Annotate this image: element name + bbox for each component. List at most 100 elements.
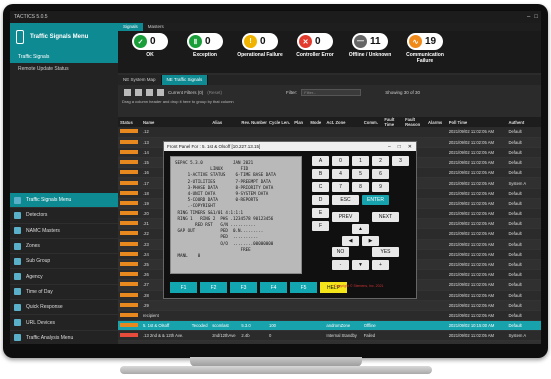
table-cell [118,167,141,179]
status-tile[interactable]: ∿ 19 Communication Failure [399,31,451,73]
table-cell [118,239,141,250]
status-tile[interactable]: —11 Offline / Unknown [344,31,396,73]
column-header[interactable]: Comm. [361,117,383,127]
keypad-key-C[interactable]: C [312,182,329,192]
keypad-key-NEXT[interactable]: NEXT [372,212,399,222]
sidebar-subitem-remote-update[interactable]: Remote Update Status [10,63,118,75]
table-cell: Default [506,218,541,230]
sidebar-nav-item[interactable]: URL Devices [10,315,118,331]
keypad-key-sym[interactable]: + [372,260,389,270]
column-header[interactable]: Fault Time [382,117,404,127]
status-tile[interactable]: ✕ 0 Controller Error [289,31,341,73]
minimize-icon[interactable]: – [527,14,530,20]
reset-link[interactable]: (Reset) [207,90,222,95]
keypad-key-ESC[interactable]: ESC [332,195,359,205]
keypad-key-3[interactable]: 3 [392,156,409,166]
sidebar-nav-item[interactable]: Traffic Analysis Menu [10,331,118,344]
function-key-f5[interactable]: F5 [290,282,317,293]
collapse-icon[interactable] [135,88,142,96]
function-key-f3[interactable]: F3 [230,282,257,293]
keypad-key-2[interactable]: 2 [372,156,389,166]
table-row[interactable]: 5. 1st & Olsoff Tecoded scomlast 5.3.0 100 an… [118,320,541,332]
table-row[interactable]: .12 2021/09/02 11:02:05 AM Default [118,127,541,138]
sidebar-nav-label: Traffic Analysis Menu [26,334,74,341]
keypad-key-8[interactable]: 8 [352,182,369,192]
columns-icon[interactable] [146,88,153,96]
table-row[interactable]: .13 2nd & & 12th Ave. 2nd/12thAve 2.4b 0 Int… [118,330,541,342]
column-header[interactable]: Status [118,117,141,127]
menu-icon [14,227,21,235]
column-header[interactable]: Authent [506,117,541,127]
expand-icon[interactable] [124,88,131,96]
table-cell [382,300,404,311]
tab-masters[interactable]: Masters [143,23,169,31]
tab-traffic-signals[interactable]: NE Traffic Signals [161,75,209,85]
keypad-key-sym[interactable]: - [332,260,349,270]
keypad-key-F[interactable]: F [312,221,329,231]
column-header[interactable]: Plan [292,117,309,127]
column-header[interactable]: Alarms [426,117,447,127]
keypad-key-NO[interactable]: NO [332,247,349,257]
keypad-key-4[interactable]: 4 [332,169,349,179]
keypad-key-5[interactable]: 5 [352,169,369,179]
keypad-key-0[interactable]: 0 [332,156,349,166]
sidebar-nav-item[interactable]: Detectors [10,208,118,224]
sidebar-nav-item[interactable]: Sub Group [10,254,118,270]
column-header[interactable]: Rev. Number [239,117,267,127]
sidebar-subitem-traffic-signals[interactable]: Traffic Signals [10,51,118,63]
table-cell: 2021/09/02 11:02:05 AM [446,218,507,230]
keypad-key-YES[interactable]: YES [372,247,399,257]
close-icon[interactable]: ✕ [408,144,412,150]
column-header[interactable] [189,117,211,127]
sidebar-nav-item[interactable]: NAMC Masters [10,224,118,239]
sidebar-nav-item[interactable]: Zones [10,239,118,255]
maximize-icon[interactable]: □ [398,144,401,150]
keypad-key-9[interactable]: 9 [372,182,389,192]
column-header[interactable]: Fault Reason [403,117,427,127]
table-cell [118,279,141,291]
keypad-key-sym[interactable]: ▲ [352,224,369,234]
tab-signals[interactable]: Signals [118,23,143,31]
column-header[interactable]: Poll Time [446,117,507,127]
keypad-key-A[interactable]: A [312,156,329,166]
column-header[interactable]: Name [140,117,190,127]
sidebar-nav-item[interactable]: Time of Day [10,285,118,301]
sidebar-nav-item[interactable]: Quick Response [10,300,118,316]
sidebar-nav-item[interactable]: Traffic Signals Menu [10,193,118,209]
table-cell [403,330,427,342]
column-header[interactable]: Act. Zone [324,117,362,127]
table-cell [118,218,141,230]
tab-system-map[interactable]: NE System Map [118,75,162,85]
status-indicator [120,323,138,328]
filter-icon[interactable] [157,88,164,96]
function-key-f4[interactable]: F4 [260,282,287,293]
keypad-key-PREV[interactable]: PREV [332,212,359,222]
sidebar-header[interactable]: Traffic Signals Menu [10,23,118,51]
column-header[interactable]: Alias [210,117,240,127]
screen: TACTICS 5.0.5 – □ Traffic Signals Menu T… [10,11,541,344]
column-header[interactable]: Mode [308,117,325,127]
keypad-key-B[interactable]: B [312,169,329,179]
keypad-key-sym[interactable]: ▶ [362,236,379,246]
filter-input[interactable]: Filter... [301,88,362,96]
keypad-key-sym[interactable]: ◀ [342,236,359,246]
status-tile[interactable]: Ⅱ 0 Exception [179,31,231,73]
table-row[interactable]: recipient 2021/09/02 11:02:05 AM Default [118,310,541,322]
table-row[interactable]: .12 1st Ave & 6th St 1st/6th5.3.00 Non-Cor… [118,340,541,344]
minimize-icon[interactable]: – [388,144,391,150]
keypad-key-7[interactable]: 7 [332,182,349,192]
keypad-key-E[interactable]: E [312,208,329,218]
function-key-f2[interactable]: F2 [200,282,227,293]
status-tile[interactable]: ! 0 Operational Failure [234,31,286,73]
function-key-f1[interactable]: F1 [170,282,197,293]
keypad-key-6[interactable]: 6 [372,169,389,179]
keypad-key-ENTER[interactable]: ENTER [362,195,389,205]
keypad-key-1[interactable]: 1 [352,156,369,166]
maximize-icon[interactable]: □ [534,14,538,20]
keypad-key-sym[interactable]: ▼ [352,260,369,270]
table-row[interactable]: .29 2021/09/02 11:02:05 AM Default [118,300,541,311]
column-header[interactable]: Cycle Len. [266,117,293,127]
sidebar-nav-item[interactable]: Agency [10,269,118,285]
keypad-key-D[interactable]: D [312,195,329,205]
status-tile[interactable]: ✓ 0 OK [124,31,176,73]
